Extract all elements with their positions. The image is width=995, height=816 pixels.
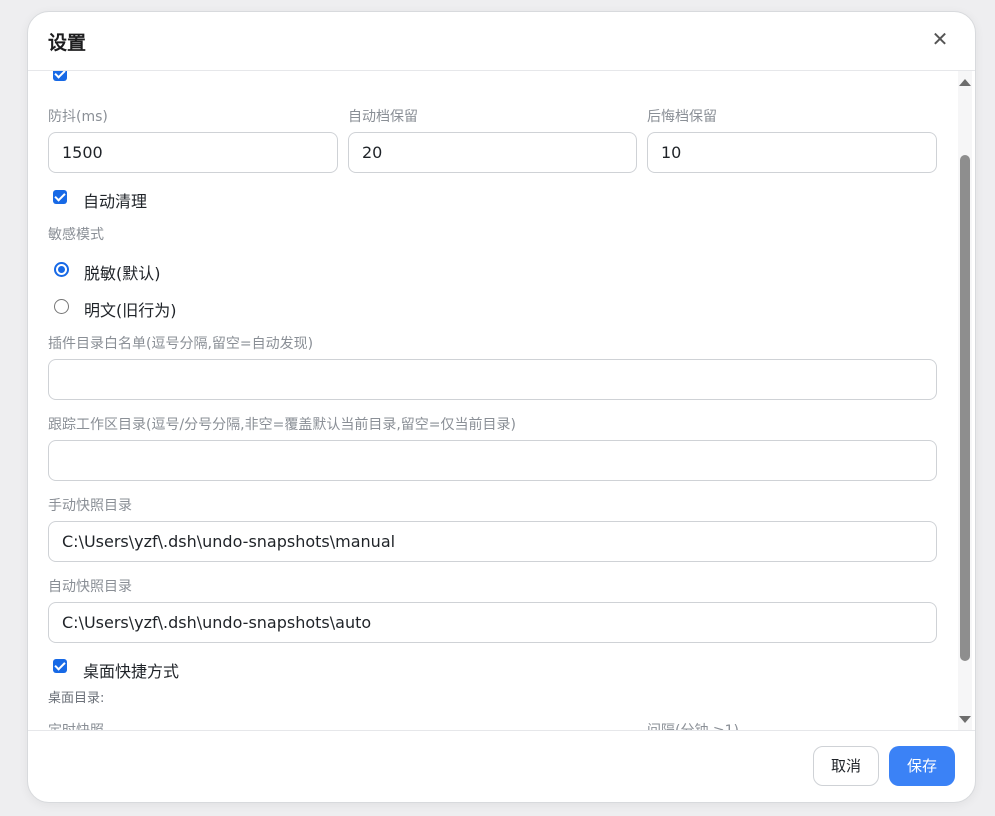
scrolled-checkbox[interactable] bbox=[53, 71, 67, 81]
desktop-shortcut-label: 桌面快捷方式 bbox=[83, 662, 180, 681]
cancel-button[interactable]: 取消 bbox=[813, 746, 879, 786]
sensitive-mode-label: 敏感模式 bbox=[48, 227, 104, 243]
debounce-input[interactable]: 1500 bbox=[48, 132, 338, 173]
manual-snapshot-dir-input[interactable]: C:\Users\yzf\.dsh\undo-snapshots\manual bbox=[48, 521, 937, 562]
plugin-whitelist-input[interactable] bbox=[48, 359, 937, 400]
debounce-label: 防抖(ms) bbox=[48, 109, 108, 125]
dialog-title: 设置 bbox=[48, 32, 87, 54]
settings-body: 防抖(ms) 自动档保留 后悔档保留 1500 20 10 自动清理 敏感模式 … bbox=[28, 71, 975, 731]
scroll-up-icon[interactable] bbox=[959, 79, 971, 86]
radio-plaintext[interactable] bbox=[54, 299, 69, 314]
regret-keep-label: 后悔档保留 bbox=[647, 109, 717, 125]
auto-clean-checkbox[interactable] bbox=[53, 190, 67, 204]
auto-snapshot-dir-label: 自动快照目录 bbox=[48, 579, 132, 595]
scroll-thumb[interactable] bbox=[960, 155, 970, 661]
workspace-dirs-input[interactable] bbox=[48, 440, 937, 481]
scroll-down-icon[interactable] bbox=[959, 716, 971, 723]
plugin-whitelist-label: 插件目录白名单(逗号分隔,留空=自动发现) bbox=[48, 336, 314, 352]
workspace-dirs-label: 跟踪工作区目录(逗号/分号分隔,非空=覆盖默认当前目录,留空=仅当前目录) bbox=[48, 417, 517, 433]
scrollbar[interactable] bbox=[958, 71, 972, 731]
regret-keep-input[interactable]: 10 bbox=[647, 132, 937, 173]
auto-clean-label: 自动清理 bbox=[83, 192, 148, 211]
auto-keep-input[interactable]: 20 bbox=[348, 132, 637, 173]
radio-desensitize-label: 脱敏(默认) bbox=[84, 264, 161, 283]
auto-snapshot-dir-input[interactable]: C:\Users\yzf\.dsh\undo-snapshots\auto bbox=[48, 602, 937, 643]
dialog-footer: 取消 保存 bbox=[28, 730, 975, 802]
auto-keep-label: 自动档保留 bbox=[348, 109, 418, 125]
dialog-header: 设置 ✕ bbox=[28, 12, 975, 71]
save-button[interactable]: 保存 bbox=[889, 746, 955, 786]
radio-desensitize[interactable] bbox=[54, 262, 69, 277]
desktop-dir-label: 桌面目录: bbox=[48, 691, 105, 706]
radio-plaintext-label: 明文(旧行为) bbox=[84, 301, 177, 320]
close-icon[interactable]: ✕ bbox=[929, 27, 951, 51]
manual-snapshot-dir-label: 手动快照目录 bbox=[48, 498, 132, 514]
settings-dialog: 设置 ✕ 防抖(ms) 自动档保留 后悔档保留 1500 20 10 自动清理 … bbox=[27, 11, 976, 803]
desktop-shortcut-checkbox[interactable] bbox=[53, 659, 67, 673]
